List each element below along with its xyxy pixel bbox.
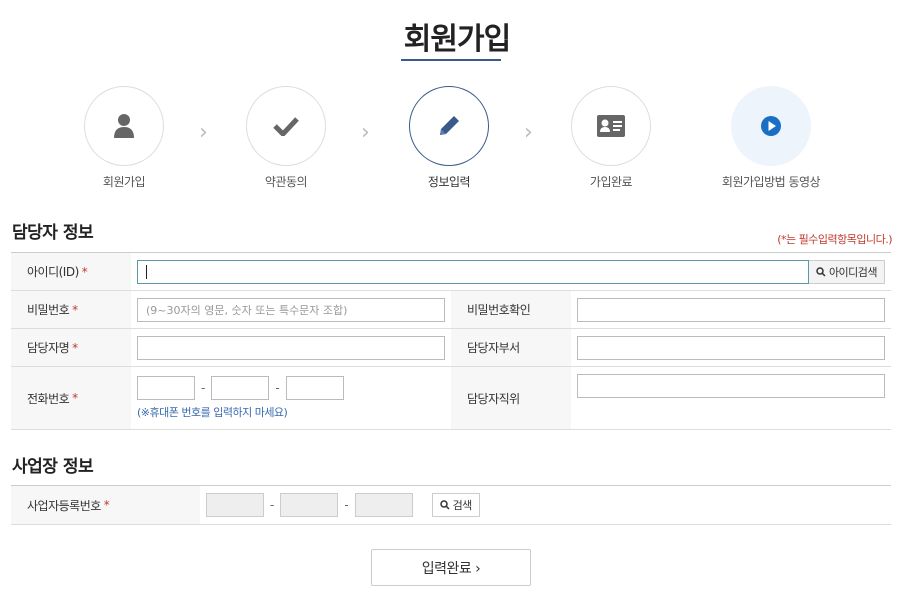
step-complete: 가입완료: [551, 86, 671, 190]
id-label-text: 아이디(ID): [27, 265, 79, 279]
form-row-phone: 전화번호 * - - (※휴대폰 번호를 입력하지 마세요) 담당자직위: [11, 367, 891, 430]
phone-input-3[interactable]: [285, 376, 344, 400]
step-arrow-icon: ›: [524, 120, 533, 145]
password-confirm-input[interactable]: [577, 297, 885, 322]
id-search-label: 아이디검색: [828, 265, 878, 279]
step-label: 가입완료: [589, 175, 633, 189]
id-label: 아이디(ID) *: [11, 253, 131, 290]
password-confirm-label-text: 비밀번호확인: [467, 303, 531, 317]
id-input[interactable]: [137, 259, 809, 284]
page-title: 회원가입: [403, 22, 511, 57]
text-caret: [146, 264, 147, 279]
name-label-text: 담당자명: [27, 341, 70, 355]
play-icon[interactable]: [760, 115, 782, 137]
password-label: 비밀번호 *: [11, 291, 131, 328]
form-row-password: 비밀번호 * (9~30자의 영문, 숫자 또는 특수문자 조합) 비밀번호확인: [11, 291, 891, 329]
registration-label-text: 사업자등록번호: [27, 498, 101, 513]
step-video-guide[interactable]: 회원가입방법 동영상: [711, 86, 831, 190]
password-cell: (9~30자의 영문, 숫자 또는 특수문자 조합): [131, 291, 451, 328]
required-star: *: [72, 391, 78, 405]
phone-dash: -: [275, 381, 280, 395]
step-circle: [571, 86, 651, 166]
step-label: 정보입력: [427, 175, 471, 189]
registration-label: 사업자등록번호 *: [11, 486, 200, 524]
department-input[interactable]: [577, 335, 885, 360]
title-underline: [401, 59, 501, 61]
step-label: 회원가입: [102, 175, 146, 189]
form-row-name: 담당자명 * 담당자부서: [11, 329, 891, 367]
required-star: *: [103, 498, 110, 512]
position-cell: [571, 367, 891, 429]
name-label: 담당자명 *: [11, 329, 131, 366]
phone-hint: (※휴대폰 번호를 입력하지 마세요): [137, 406, 288, 419]
step-info-input: 정보입력: [389, 86, 509, 190]
form-row-registration: 사업자등록번호 * - - 검색: [11, 486, 891, 525]
required-star: *: [81, 264, 88, 279]
department-cell: [571, 329, 891, 366]
form-row-id: 아이디(ID) * 아이디검색: [11, 253, 891, 291]
step-circle[interactable]: [731, 86, 811, 166]
search-icon: [439, 500, 450, 510]
phone-inputs: - -: [137, 376, 344, 400]
required-star: *: [72, 302, 78, 317]
position-label-text: 담당자직위: [467, 391, 520, 406]
registration-cell: - - 검색: [200, 486, 891, 524]
registration-input-2[interactable]: [280, 493, 339, 517]
registration-search-button[interactable]: 검색: [431, 493, 480, 517]
submit-button[interactable]: 입력완료 ›: [371, 549, 531, 586]
department-label: 담당자부서: [451, 329, 571, 366]
user-icon: [114, 114, 134, 138]
id-search-button[interactable]: 아이디검색: [809, 259, 885, 284]
step-label: 약관동의: [264, 175, 308, 189]
password-confirm-cell: [571, 291, 891, 328]
registration-dash: -: [344, 498, 349, 512]
name-input[interactable]: [137, 335, 445, 360]
manager-info-title: 담당자 정보: [12, 223, 94, 243]
phone-cell: - - (※휴대폰 번호를 입력하지 마세요): [131, 367, 451, 429]
step-circle: [409, 86, 489, 166]
step-signup: 회원가입: [64, 86, 184, 190]
phone-label: 전화번호 *: [11, 367, 131, 429]
id-cell: 아이디검색: [131, 253, 891, 290]
phone-dash: -: [201, 381, 206, 395]
phone-input-2[interactable]: [211, 376, 270, 400]
signup-steps: 회원가입 › 약관동의 › 정보입력 › 가입완료 회원가입방법 동영상: [0, 86, 914, 196]
registration-input-1[interactable]: [206, 493, 264, 517]
password-input[interactable]: (9~30자의 영문, 숫자 또는 특수문자 조합): [137, 297, 445, 322]
step-circle: [246, 86, 326, 166]
step-arrow-icon: ›: [199, 120, 208, 145]
step-arrow-icon: ›: [361, 120, 370, 145]
name-cell: [131, 329, 451, 366]
position-label: 담당자직위: [451, 367, 571, 429]
password-label-text: 비밀번호: [27, 303, 70, 317]
business-info-form: 사업자등록번호 * - - 검색: [11, 485, 891, 525]
registration-input-3[interactable]: [354, 493, 413, 517]
business-info-title: 사업장 정보: [12, 457, 94, 477]
registration-dash: -: [270, 498, 275, 512]
manager-info-form: 아이디(ID) * 아이디검색 비밀번호 * (9~30자의 영문, 숫자 또는 특…: [11, 252, 891, 430]
search-icon: [816, 266, 826, 277]
required-star: *: [72, 340, 78, 355]
phone-input-1[interactable]: [137, 376, 195, 400]
required-note: (*는 필수입력항목입니다.): [777, 233, 892, 246]
department-label-text: 담당자부서: [467, 341, 520, 355]
pencil-icon: [440, 116, 459, 135]
id-card-icon: [597, 115, 625, 137]
step-label[interactable]: 회원가입방법 동영상: [711, 173, 831, 190]
registration-search-label: 검색: [452, 499, 473, 512]
step-circle: [84, 86, 164, 166]
password-confirm-label: 비밀번호확인: [451, 291, 571, 328]
step-terms: 약관동의: [226, 86, 346, 190]
phone-label-text: 전화번호: [27, 391, 70, 406]
position-input[interactable]: [577, 374, 885, 398]
check-icon: [273, 117, 299, 136]
